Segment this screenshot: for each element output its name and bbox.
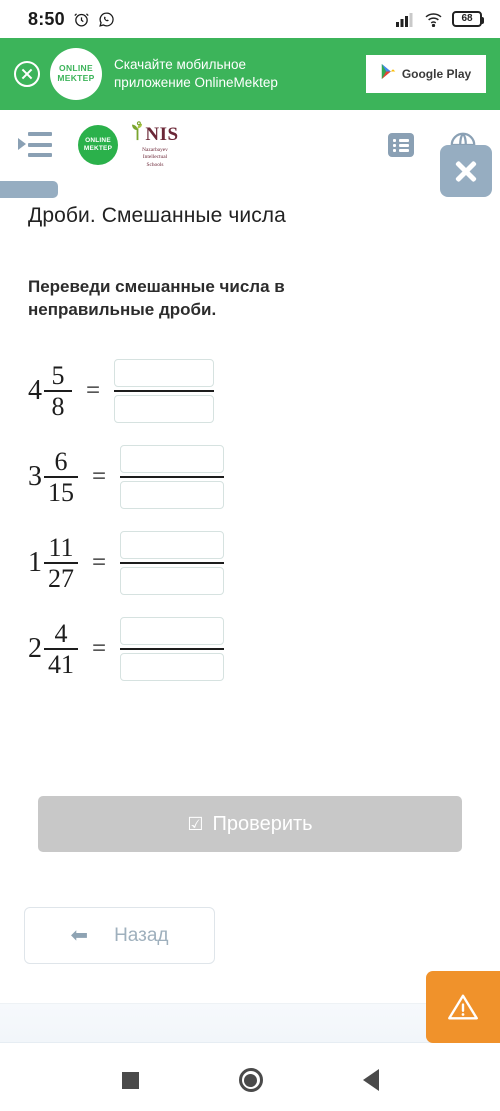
answer-denominator-input[interactable] [120,567,225,596]
fraction-numerator: 6 [54,446,68,476]
footer-strip [0,1003,432,1043]
nis-logo-word: NIS [145,124,179,146]
brand-logo-line-2: MEKTEP [83,145,113,152]
page-title: Дроби. Смешанные числа [28,204,286,227]
whole-number: 3 [28,460,42,492]
fraction-denominator: 27 [48,563,74,593]
answer-fraction [114,358,215,424]
banner-text-line-2: приложение OnlineMektep [114,75,278,90]
problem-row: 3 6 15 = [28,434,472,520]
banner-text-line-1: Скачайте мобильное [114,56,246,72]
answer-denominator-input[interactable] [114,395,215,424]
alarm-clock-icon [73,11,90,28]
answer-fraction-bar [120,647,225,651]
whole-number: 1 [28,546,42,578]
circle-home-icon[interactable] [238,1068,263,1092]
close-overlay-button[interactable] [440,145,492,197]
answer-fraction-bar [120,561,225,565]
fraction-numerator: 4 [54,618,68,648]
android-nav-bar [0,1049,500,1111]
nis-sub-line-1: Nazarbayev [142,147,168,154]
question-text: Переведи смешанные числа в неправильные … [28,277,285,319]
app-header: ONLINE MEKTEP NIS Nazarbayev Intellectua… [0,110,500,180]
answer-denominator-input[interactable] [120,653,225,682]
check-button[interactable]: ☑ Проверить [38,796,462,852]
nis-sprout-icon [131,121,144,146]
answer-numerator-input[interactable] [120,444,225,473]
mixed-fraction: 4 41 [44,619,78,679]
phone-screen: 8:50 68 ONLINE MEKTEP Скачайте мобильное… [0,0,500,1111]
mixed-fraction: 11 27 [44,533,78,593]
logo-line-2: MEKTEP [57,73,95,83]
answer-fraction [120,444,225,510]
list-view-icon[interactable] [388,133,414,157]
checkbox-checked-icon: ☑ [187,814,204,834]
onlinemektep-logo: ONLINE MEKTEP [50,48,102,100]
nis-logo: NIS Nazarbayev Intellectual Schools [126,121,184,169]
fraction-denominator: 41 [48,649,74,679]
hamburger-menu-icon[interactable] [18,132,52,158]
answer-fraction-bar [120,475,225,479]
banner-close-button[interactable] [14,61,40,87]
answer-denominator-input[interactable] [120,481,225,510]
fraction-denominator: 8 [51,391,65,421]
answer-numerator-input[interactable] [120,530,225,559]
wifi-icon [424,12,443,27]
answer-numerator-input[interactable] [120,616,225,645]
problem-list: 4 5 8 = 3 6 15 = 1 11 27 = 2 4 41 = [28,348,472,692]
brand-logo-line-1: ONLINE [85,137,111,145]
check-button-label: Проверить [212,812,313,835]
equals-sign: = [92,548,107,576]
nis-sub-line-2: Intellectual [142,154,168,161]
square-recents-icon[interactable] [121,1071,139,1089]
google-play-button[interactable]: Google Play [366,55,486,93]
status-bar-right: 68 [396,11,486,27]
triangle-back-icon[interactable] [362,1069,379,1091]
whole-number: 4 [28,374,42,406]
report-problem-button[interactable] [426,971,500,1043]
battery-indicator: 68 [452,11,484,27]
banner-text: Скачайте мобильное приложение OnlineMekt… [114,56,366,92]
arrow-left-icon: ⬅ [70,924,89,947]
fraction-denominator: 15 [48,477,74,507]
fraction-numerator: 5 [51,360,65,390]
answer-fraction [120,530,225,596]
back-button[interactable]: ⬅ Назад [24,907,215,964]
mixed-fraction: 5 8 [44,361,72,421]
nis-sub-line-3: Schools [146,161,164,168]
google-play-icon [381,63,396,85]
main-content: Дроби. Смешанные числа Переведи смешанны… [0,198,500,692]
whatsapp-icon [98,11,115,28]
answer-fraction [120,616,225,682]
equals-sign: = [92,634,107,662]
mixed-fraction: 6 15 [44,447,78,507]
status-bar-left: 8:50 [14,9,115,30]
answer-fraction-bar [114,389,215,393]
problem-row: 1 11 27 = [28,520,472,606]
problem-row: 2 4 41 = [28,606,472,692]
battery-level: 68 [461,13,473,24]
cellular-signal-icon [396,12,415,27]
equals-sign: = [86,376,101,404]
google-play-label: Google Play [401,67,472,81]
answer-numerator-input[interactable] [114,358,215,387]
back-button-label: Назад [114,924,169,946]
fraction-numerator: 11 [48,532,74,562]
side-tab-fragment [0,181,58,198]
whole-number: 2 [28,632,42,664]
problem-row: 4 5 8 = [28,348,472,434]
brand-logo[interactable]: ONLINE MEKTEP [78,125,118,165]
equals-sign: = [92,462,107,490]
promo-banner[interactable]: ONLINE MEKTEP Скачайте мобильное приложе… [0,38,500,110]
nis-logo-subtitle: Nazarbayev Intellectual Schools [142,147,168,169]
status-bar: 8:50 68 [0,0,500,38]
status-time: 8:50 [28,8,65,29]
warning-triangle-icon [446,992,480,1022]
